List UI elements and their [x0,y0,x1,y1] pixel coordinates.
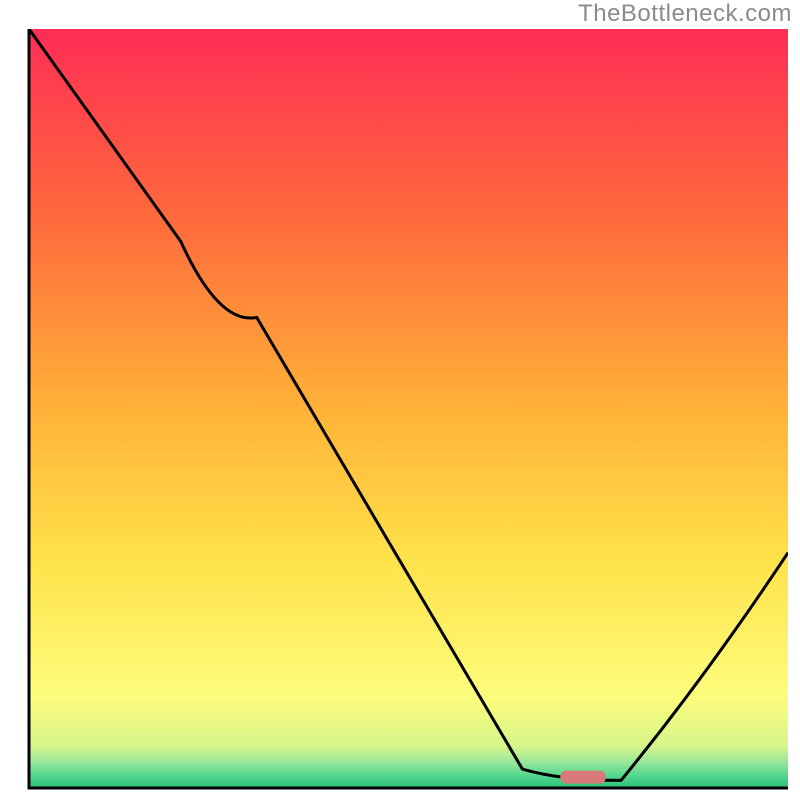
gradient-background [29,29,788,788]
optimal-region-marker [560,771,606,784]
bottleneck-chart [0,0,800,800]
chart-frame: TheBottleneck.com [0,0,800,800]
